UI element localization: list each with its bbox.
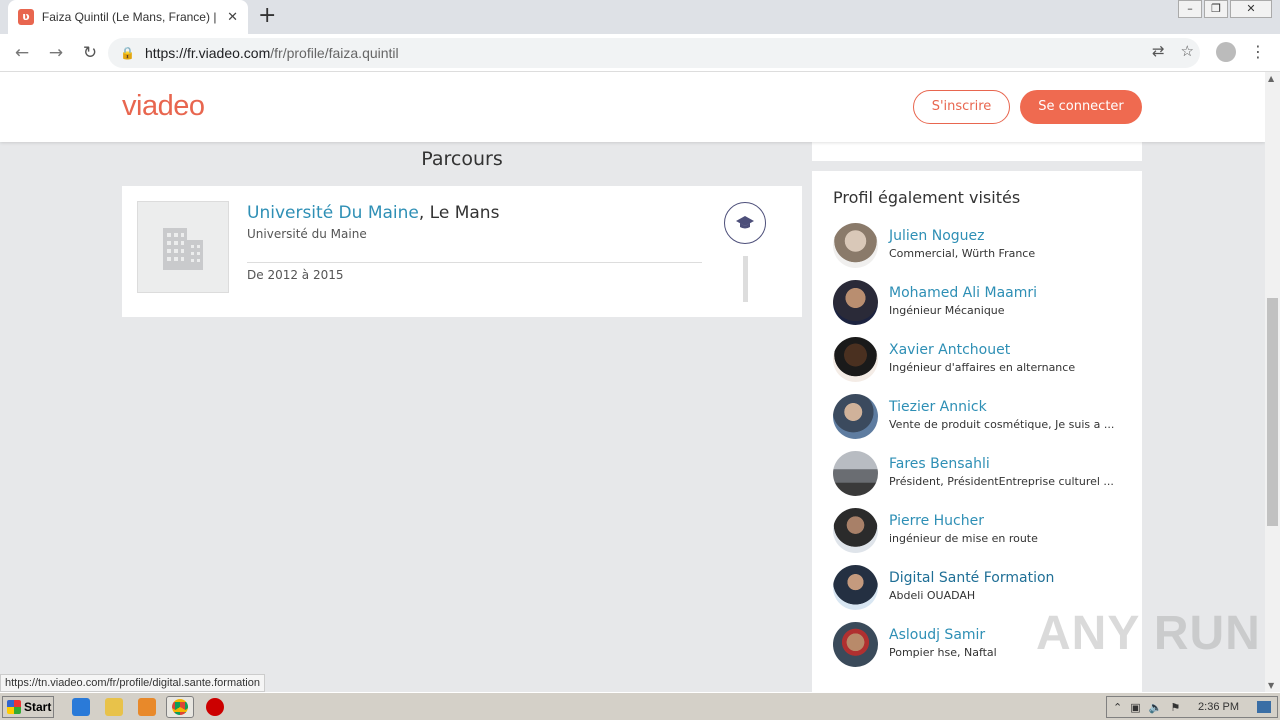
person-name[interactable]: Asloudj Samir [889,627,985,643]
url-host: https://fr.viadeo.com [144,45,271,61]
link-status-bar: https://tn.viadeo.com/fr/profile/digital… [0,674,265,692]
person-name[interactable]: Fares Bensahli [889,456,990,472]
restore-button[interactable]: ❐ [1204,0,1228,18]
windows-logo-icon [7,700,21,714]
page-viewport: viadeo S'inscrire Se connecter Parcours … [0,72,1265,692]
school-link[interactable]: Université Du Maine [247,203,419,223]
window-close-button[interactable]: ✕ [1230,0,1272,18]
start-label: Start [24,700,52,714]
person-name[interactable]: Xavier Antchouet [889,342,1010,358]
page-scrollbar[interactable]: ▲ ▼ [1265,72,1280,692]
school-city: , Le Mans [418,203,500,223]
person-name[interactable]: Pierre Hucher [889,513,984,529]
forward-arrow-icon[interactable]: → [44,43,68,63]
school-name: Université Du Maine, Le Mans [247,203,499,223]
person-role: Ingénieur d'affaires en alternance [889,361,1076,374]
avatar [833,508,878,553]
reload-icon[interactable]: ↻ [78,43,102,63]
person-name[interactable]: Mohamed Ali Maamri [889,285,1037,301]
show-desktop-icon[interactable] [1257,701,1271,713]
viadeo-logo[interactable]: viadeo [122,90,205,123]
signup-button[interactable]: S'inscrire [913,90,1010,124]
person-role: Commercial, Würth France [889,247,1036,260]
person-role: Ingénieur Mécanique [889,304,1005,317]
viadeo-favicon-icon: ʋ [18,9,34,25]
address-bar[interactable]: 🔒 https://fr.viadeo.com/fr/profile/faiza… [108,38,1200,68]
ie-icon[interactable] [72,698,90,716]
browser-menu-icon[interactable]: ⋮ [1250,42,1266,61]
person-role: Président, PrésidentEntreprise culturel … [889,475,1114,488]
network-icon[interactable]: ▣ [1130,701,1140,714]
person-name[interactable]: Digital Santé Formation [889,570,1054,586]
windows-taskbar: Start ⌃ ▣ 🔈 ⚑ 2:36 PM [0,692,1280,720]
list-item[interactable]: Tiezier Annick Vente de produit cosmétiq… [833,394,1133,440]
list-item[interactable]: Mohamed Ali Maamri Ingénieur Mécanique [833,280,1133,326]
back-arrow-icon[interactable]: ← [10,43,34,63]
school-subtitle: Université du Maine [247,227,367,241]
site-header: viadeo S'inscrire Se connecter [0,72,1265,142]
person-role: Abdeli OUADAH [889,589,976,602]
media-player-icon[interactable] [138,698,156,716]
chrome-icon [172,699,188,715]
window-controls: – ❐ ✕ [1178,0,1272,18]
browser-tab[interactable]: ʋ Faiza Quintil (Le Mans, France) | Viad… [8,0,248,34]
scroll-down-arrow-icon[interactable]: ▼ [1268,681,1274,690]
list-item[interactable]: Xavier Antchouet Ingénieur d'affaires en… [833,337,1133,383]
tab-title: Faiza Quintil (Le Mans, France) | Viadeo [41,10,219,24]
avatar [833,337,878,382]
start-button[interactable]: Start [2,696,54,718]
list-item[interactable]: Digital Santé Formation Abdeli OUADAH [833,565,1133,611]
bookmark-star-icon[interactable]: ☆ [1181,42,1194,60]
browser-tab-strip: ʋ Faiza Quintil (Le Mans, France) | Viad… [0,0,1280,34]
new-tab-button[interactable]: + [258,5,276,27]
anyrun-watermark: ANY RUN [1036,607,1261,660]
person-name[interactable]: Tiezier Annick [889,399,987,415]
also-visited-title: Profil également visités [833,188,1021,207]
avatar [833,280,878,325]
flag-icon[interactable]: ⚑ [1170,701,1180,714]
tab-close-icon[interactable]: ✕ [227,10,238,25]
folder-icon[interactable] [105,698,123,716]
sidebar-top-card [812,142,1142,161]
url-path: /fr/profile/faiza.quintil [270,45,399,61]
person-name[interactable]: Julien Noguez [889,228,984,244]
tray-arrow-icon[interactable]: ⌃ [1113,701,1122,714]
clock: 2:36 PM [1198,701,1239,713]
list-item[interactable]: Julien Noguez Commercial, Würth France [833,223,1133,269]
translate-icon[interactable]: ⇄ [1152,42,1165,60]
stop-icon[interactable] [206,698,224,716]
scroll-thumb[interactable] [1267,298,1278,526]
login-button[interactable]: Se connecter [1020,90,1142,124]
minimize-button[interactable]: – [1178,0,1202,18]
divider [247,262,702,263]
person-role: Vente de produit cosmétique, Je suis a .… [889,418,1115,431]
list-item[interactable]: Pierre Hucher ingénieur de mise en route [833,508,1133,554]
education-card: Université Du Maine, Le Mans Université … [122,186,802,317]
building-icon [137,201,229,293]
parcours-heading: Parcours [421,148,503,170]
list-item[interactable]: Fares Bensahli Président, PrésidentEntre… [833,451,1133,497]
scroll-up-arrow-icon[interactable]: ▲ [1268,74,1274,83]
system-tray: ⌃ ▣ 🔈 ⚑ 2:36 PM [1106,696,1278,718]
avatar [833,394,878,439]
person-role: ingénieur de mise en route [889,532,1038,545]
url-text: https://fr.viadeo.com/fr/profile/faiza.q… [145,45,399,61]
volume-icon[interactable]: 🔈 [1149,701,1163,714]
graduation-cap-icon [724,202,766,244]
browser-toolbar: ← → ↻ 🔒 https://fr.viadeo.com/fr/profile… [0,34,1280,72]
chrome-taskbar-button[interactable] [166,696,194,718]
timeline-bar [743,256,748,302]
education-dates: De 2012 à 2015 [247,268,344,282]
avatar [833,622,878,667]
avatar [833,565,878,610]
profile-avatar-icon[interactable] [1216,42,1236,62]
avatar [833,451,878,496]
avatar [833,223,878,268]
lock-icon: 🔒 [120,46,135,60]
